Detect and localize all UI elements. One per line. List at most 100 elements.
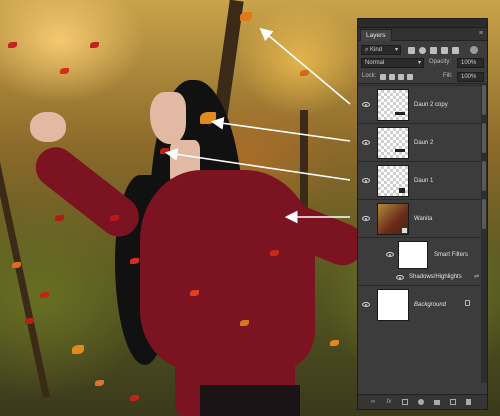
blend-row: Normal ▾ Opacity: 100% (358, 56, 487, 69)
layer-thumbnail (377, 127, 409, 159)
layer-name[interactable]: Wanita (414, 216, 432, 222)
shape-filter-icon[interactable] (441, 47, 448, 54)
opacity-value: 100% (461, 60, 477, 66)
leaf-thumbnail-mark (395, 112, 405, 115)
smart-object-badge (401, 227, 408, 234)
pixel-filter-icon[interactable] (408, 47, 415, 54)
leaf (240, 320, 249, 326)
eye-icon[interactable] (396, 275, 404, 280)
layer-thumbnail (377, 203, 409, 235)
fill-input[interactable]: 100% (457, 72, 484, 82)
lock-row: Lock: Fill: 100% (358, 70, 487, 84)
trash-icon[interactable] (466, 399, 471, 405)
hand (30, 112, 66, 142)
layer-name[interactable]: Smart Filters (434, 252, 468, 258)
leaf-thumbnail-mark (395, 149, 405, 152)
filter-kind-select[interactable]: ⌕ Kind ▾ (361, 45, 401, 55)
leaf (12, 262, 21, 268)
layer-row-wanita[interactable]: Wanita (358, 199, 487, 237)
lock-position-icon[interactable] (398, 74, 404, 80)
pants (200, 385, 300, 416)
leaf (190, 290, 199, 296)
layer-thumbnail (377, 289, 409, 321)
layer-thumbnail (377, 165, 409, 197)
chevron-down-icon: ▾ (394, 47, 398, 53)
scrollbar-thumb[interactable] (482, 161, 486, 191)
leaf (240, 12, 252, 21)
layer-row-background[interactable]: Background (358, 285, 487, 323)
smart-object-filter-icon[interactable] (452, 47, 459, 54)
panel-title-bar[interactable] (358, 19, 487, 28)
leaf (95, 380, 104, 386)
leaf (200, 112, 216, 124)
mask-icon[interactable] (402, 399, 408, 405)
eye-icon[interactable] (362, 302, 370, 307)
adjustment-icon[interactable] (418, 399, 424, 405)
layer-name[interactable]: Shadows/Highlights (409, 274, 462, 280)
link-icon[interactable]: ∞ (370, 399, 376, 405)
scrollbar-thumb[interactable] (482, 199, 486, 229)
filter-toggle[interactable] (470, 46, 478, 54)
filter-kind-label: Kind (370, 47, 383, 53)
filter-row-shadows-highlights[interactable]: Shadows/Highlights ⇌ (358, 271, 487, 284)
layer-row-daun-2-copy[interactable]: Daun 2 copy (358, 85, 487, 123)
leaf (130, 258, 139, 264)
leaf (40, 292, 49, 298)
eye-icon[interactable] (386, 252, 394, 257)
lock-transparent-icon[interactable] (380, 74, 386, 80)
layer-row-daun-1[interactable]: Daun 1 (358, 161, 487, 199)
lock-image-icon[interactable] (389, 74, 395, 80)
opacity-label: Opacity: (429, 59, 452, 65)
leaf (330, 340, 339, 346)
leaf (55, 215, 64, 221)
leaf (300, 70, 309, 76)
fill-value: 100% (461, 74, 477, 80)
layer-name[interactable]: Daun 1 (414, 178, 433, 184)
leaf (130, 395, 139, 401)
new-layer-icon[interactable] (450, 399, 456, 405)
layer-row-daun-2[interactable]: Daun 2 (358, 123, 487, 161)
leaf (25, 318, 34, 324)
tab-layers[interactable]: Layers (360, 29, 392, 41)
layer-name[interactable]: Daun 2 (414, 140, 433, 146)
leaf (90, 42, 99, 48)
chevron-down-icon: ▾ (417, 60, 421, 66)
fx-icon[interactable]: fx (386, 399, 392, 405)
layer-thumbnail (377, 89, 409, 121)
eye-icon[interactable] (362, 140, 370, 145)
lock-label: Lock: (362, 73, 377, 79)
layers-scrollbar[interactable] (481, 83, 487, 383)
eye-icon[interactable] (362, 102, 370, 107)
eye-icon[interactable] (362, 216, 370, 221)
leaf (60, 68, 69, 74)
blend-mode-select[interactable]: Normal ▾ (361, 58, 424, 68)
blend-mode-value: Normal (365, 60, 385, 66)
eye-icon[interactable] (362, 178, 370, 183)
leaf (270, 250, 279, 256)
type-filter-icon[interactable] (430, 47, 437, 54)
adjustment-filter-icon[interactable] (419, 47, 426, 54)
fill-label: Fill: (443, 73, 453, 79)
panel-tab-row: Layers ≡ (358, 28, 487, 41)
lock-all-icon[interactable] (407, 74, 413, 80)
layer-name[interactable]: Background (414, 302, 446, 308)
menu-icon[interactable]: ≡ (479, 30, 483, 37)
leaf (8, 42, 17, 48)
scrollbar-thumb[interactable] (482, 123, 486, 153)
scrollbar-thumb[interactable] (482, 85, 486, 115)
filter-options-icon[interactable]: ⇌ (474, 273, 479, 280)
opacity-input[interactable]: 100% (457, 58, 484, 68)
layers-panel: Layers ≡ ⌕ Kind ▾ Normal ▾ Opacity: 100% L… (357, 18, 488, 410)
tree-trunk (0, 161, 50, 399)
lock-icon[interactable] (465, 300, 470, 306)
smart-filter-mask-thumbnail (398, 241, 428, 269)
leaf-thumbnail-mark (399, 188, 405, 193)
filter-row: ⌕ Kind ▾ (358, 43, 487, 56)
leaf (110, 215, 119, 221)
layers-bottom-toolbar: ∞ fx (358, 394, 487, 409)
smart-filters-row[interactable]: Smart Filters (358, 237, 487, 271)
leaf (72, 345, 84, 354)
folder-icon[interactable] (434, 400, 440, 405)
leaf (160, 148, 169, 154)
layer-name[interactable]: Daun 2 copy (414, 102, 448, 108)
